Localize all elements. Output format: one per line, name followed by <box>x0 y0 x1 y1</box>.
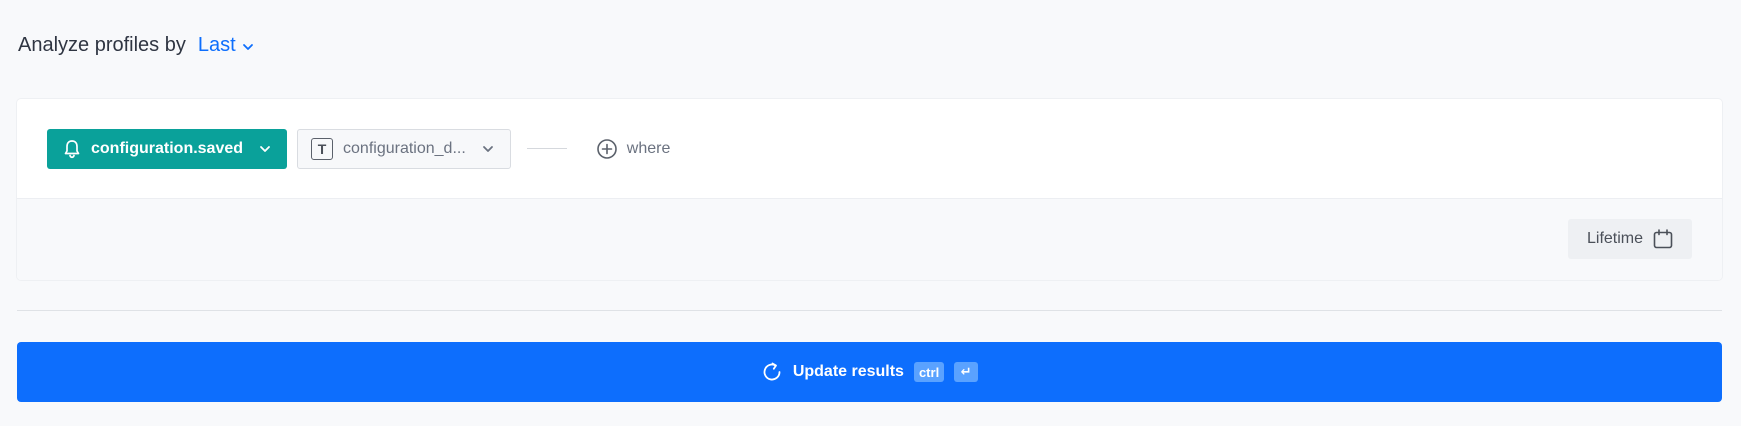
calendar-icon <box>1653 229 1673 249</box>
add-where-button[interactable]: where <box>596 138 671 160</box>
event-selector[interactable]: configuration.saved <box>47 128 288 169</box>
query-row: configuration.saved T configuration_d...… <box>17 99 1722 199</box>
date-range-label: Lifetime <box>1586 230 1644 247</box>
connector-line <box>526 148 567 149</box>
section-divider <box>17 310 1722 311</box>
analyze-mode-value: Last <box>197 34 236 56</box>
refresh-icon <box>763 362 781 381</box>
bell-icon <box>64 139 80 158</box>
chevron-down-icon <box>242 43 253 50</box>
plus-circle-icon <box>596 138 617 159</box>
text-type-icon: T <box>311 137 334 160</box>
property-selector[interactable]: T configuration_d... <box>297 128 511 169</box>
analyze-mode-dropdown[interactable]: Last <box>198 34 254 57</box>
chevron-down-icon <box>482 145 493 152</box>
analyze-header: Analyze profiles by Last <box>18 34 254 57</box>
analyze-label: Analyze profiles by <box>18 34 186 56</box>
date-range-row: Lifetime <box>17 199 1722 280</box>
query-builder-card: configuration.saved T configuration_d...… <box>17 99 1722 280</box>
event-name: configuration.saved <box>91 139 244 157</box>
shortcut-enter-key: ↵ <box>954 362 979 382</box>
shortcut-ctrl-key: ctrl <box>913 362 945 382</box>
date-range-button[interactable]: Lifetime <box>1568 219 1692 259</box>
chevron-down-icon <box>260 145 270 152</box>
update-results-button[interactable]: Update results ctrl ↵ <box>17 342 1722 402</box>
update-results-label: Update results <box>792 363 904 380</box>
property-name: configuration_d... <box>343 139 466 157</box>
where-label: where <box>626 139 671 157</box>
